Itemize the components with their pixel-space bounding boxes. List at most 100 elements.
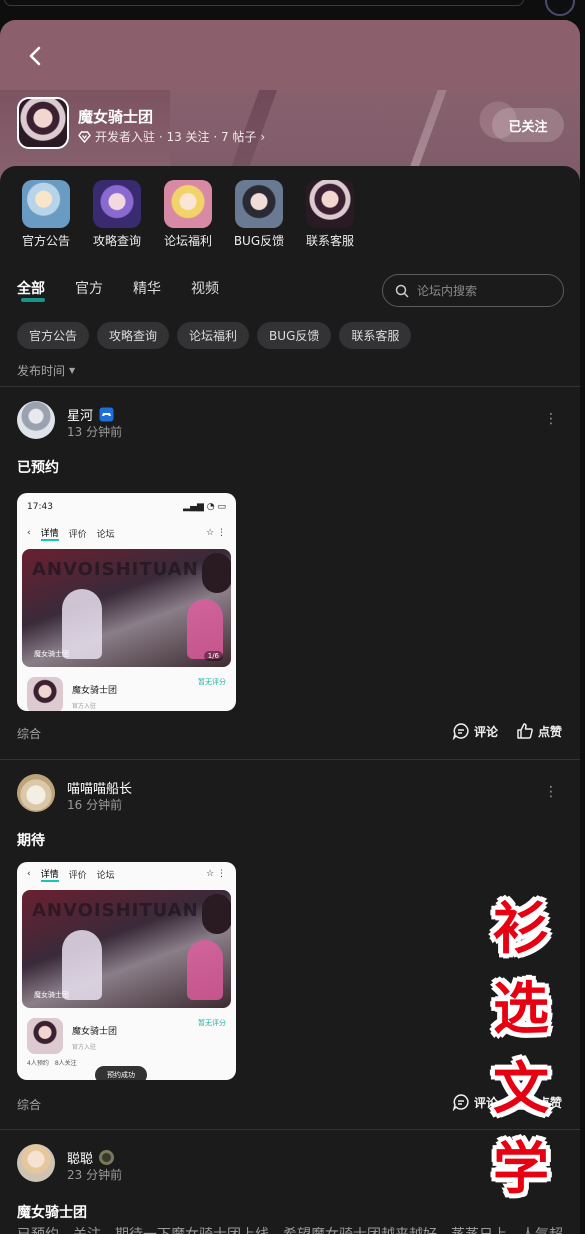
shortcut-icon (93, 180, 141, 228)
phone-star-icon: ☆ ⋮ (206, 869, 226, 879)
post-time: 16 分钟前 (67, 798, 123, 812)
comment-icon (452, 723, 469, 740)
top-search-pill[interactable] (4, 0, 524, 6)
shortcut-icon (306, 180, 354, 228)
shortcut-label: 攻略查询 (92, 234, 141, 248)
phone-banner: ANVOISHITUAN 魔女骑士团 1/6 (22, 549, 231, 667)
post-time: 23 分钟前 (67, 1168, 123, 1182)
game-name: 魔女骑士团 (78, 108, 154, 126)
watermark: 衫 选 文 学 (486, 890, 556, 1210)
shortcut-bug-report[interactable]: BUG反馈 (229, 180, 289, 249)
post-actions: 评论 点赞 (452, 722, 562, 740)
phone-banner-text: ANVOISHITUAN (32, 900, 199, 921)
avatar[interactable] (17, 401, 55, 439)
top-strip (0, 0, 585, 20)
post-image[interactable]: 17:43 ▂▄▆ ◔ ▭ ‹ 详情 评价 论坛 ☆ ⋮ ANVOISHITUA… (17, 493, 236, 711)
phone-back-icon: ‹ (27, 869, 31, 879)
user-name: 星河 (67, 409, 94, 424)
chip-official-notice[interactable]: 官方公告 (17, 322, 90, 349)
phone-app-rating: 暂无评分 (198, 1019, 226, 1027)
phone-banner-text: ANVOISHITUAN (32, 559, 199, 580)
user-name: 喵喵喵船长 (67, 782, 133, 797)
character-figure (187, 599, 223, 659)
more-icon[interactable]: ⋮ (544, 411, 558, 427)
forum-hero: 魔女骑士团 开发者入驻 · 13 关注 · 7 帖子 › 已关注 (0, 20, 580, 190)
phone-banner: ANVOISHITUAN 魔女骑士团 (22, 890, 231, 1008)
post-image[interactable]: ‹ 详情 评价 论坛 ☆ ⋮ ANVOISHITUAN 魔女骑士团 魔女骑士团 (17, 862, 236, 1080)
post-card[interactable]: 星河 13 分钟前 ⋮ 已预约 17:43 ▂▄▆ ◔ ▭ ‹ 详情 评价 论坛… (0, 387, 580, 759)
forum-search-input[interactable]: 论坛内搜索 (382, 274, 564, 307)
shortcut-official-notice[interactable]: 官方公告 (16, 180, 76, 249)
shortcut-row: 官方公告 攻略查询 论坛福利 BUG反馈 联系客服 (0, 180, 580, 250)
avatar[interactable] (17, 1144, 55, 1182)
like-label: 点赞 (538, 724, 563, 739)
phone-app-icon (27, 677, 63, 711)
shortcut-label: 论坛福利 (163, 234, 212, 248)
phone-app-icon (27, 1018, 63, 1054)
chip-bug-report[interactable]: BUG反馈 (257, 322, 332, 349)
shortcut-label: BUG反馈 (233, 234, 285, 248)
post-title: 魔女骑士团 (17, 1205, 87, 1221)
shortcut-strategy[interactable]: 攻略查询 (87, 180, 147, 249)
header-band (0, 20, 580, 90)
category-chips: 官方公告 攻略查询 论坛福利 BUG反馈 联系客服 (17, 322, 412, 349)
shortcut-label: 联系客服 (305, 234, 354, 248)
character-figure (187, 940, 223, 1000)
phone-tab-forum: 论坛 (96, 529, 115, 540)
shortcut-icon (22, 180, 70, 228)
phone-tab-forum: 论坛 (96, 870, 115, 881)
game-meta-text: 开发者入驻 · 13 关注 · 7 帖子 (95, 130, 257, 144)
post-category[interactable]: 综合 (17, 725, 41, 742)
thumbs-up-icon (517, 723, 533, 739)
post-user[interactable]: 星河 (67, 405, 114, 424)
phone-tab-review: 评价 (68, 529, 87, 540)
phone-toast: 预约成功 (95, 1066, 147, 1080)
sort-dropdown[interactable]: 发布时间 ▼ (17, 362, 75, 379)
back-button[interactable] (24, 44, 48, 68)
phone-app-rating: 暂无评分 (198, 678, 226, 686)
comment-button[interactable]: 评论 (452, 722, 498, 740)
phone-app-name: 魔女骑士团 (72, 1027, 118, 1037)
tab-all[interactable]: 全部 (17, 278, 45, 302)
phone-banner-label: 魔女骑士团 (34, 991, 69, 999)
chip-customer-service[interactable]: 联系客服 (339, 322, 412, 349)
phone-banner-label: 魔女骑士团 (34, 650, 69, 658)
caret-down-icon: ▼ (69, 366, 76, 375)
chip-strategy[interactable]: 攻略查询 (97, 322, 170, 349)
watermark-char: 选 (493, 977, 549, 1042)
search-placeholder: 论坛内搜索 (417, 284, 478, 298)
tab-featured[interactable]: 精华 (133, 278, 161, 298)
follow-button[interactable]: 已关注 (492, 108, 564, 142)
phone-banner-counter: 1/6 (203, 651, 223, 661)
avatar[interactable] (17, 774, 55, 812)
phone-back-icon: ‹ (27, 528, 31, 538)
shortcut-welfare[interactable]: 论坛福利 (158, 180, 218, 249)
shortcut-customer-service[interactable]: 联系客服 (300, 180, 360, 249)
post-title: 已预约 (17, 460, 59, 476)
post-category[interactable]: 综合 (17, 1096, 41, 1113)
tab-official[interactable]: 官方 (75, 278, 103, 298)
more-icon[interactable]: ⋮ (544, 784, 558, 800)
phone-app-name: 魔女骑士团 (72, 686, 118, 696)
tab-video[interactable]: 视频 (191, 278, 219, 298)
post-time: 13 分钟前 (67, 425, 123, 439)
post-user[interactable]: 喵喵喵船长 (67, 778, 132, 797)
like-button[interactable]: 点赞 (516, 722, 562, 740)
phone-app-row: 魔女骑士团 暂无评分 官方入驻 (17, 1012, 236, 1056)
user-name: 聪聪 (67, 1152, 94, 1167)
chevron-left-icon (29, 46, 41, 66)
shortcut-label: 官方公告 (21, 234, 70, 248)
game-avatar[interactable] (17, 97, 69, 149)
phone-star-icon: ☆ ⋮ (206, 528, 226, 538)
post-user[interactable]: 聪聪 (67, 1148, 115, 1167)
watermark-char: 衫 (493, 897, 549, 962)
chip-welfare[interactable]: 论坛福利 (177, 322, 250, 349)
post-excerpt: 已预约，关注，期待一下魔女骑士团上线，希望魔女骑士团越来越好，蒸蒸日上，人气超 (17, 1224, 577, 1234)
top-avatar[interactable] (545, 0, 575, 16)
phone-nav: ‹ 详情 评价 论坛 ☆ ⋮ (17, 862, 236, 886)
phone-nav: ‹ 详情 评价 论坛 ☆ ⋮ (17, 521, 236, 545)
phone-tab-detail: 详情 (40, 867, 59, 882)
game-meta[interactable]: 开发者入驻 · 13 关注 · 7 帖子 › (78, 128, 265, 145)
gamepad-badge-icon (99, 407, 114, 422)
search-icon (395, 284, 409, 298)
